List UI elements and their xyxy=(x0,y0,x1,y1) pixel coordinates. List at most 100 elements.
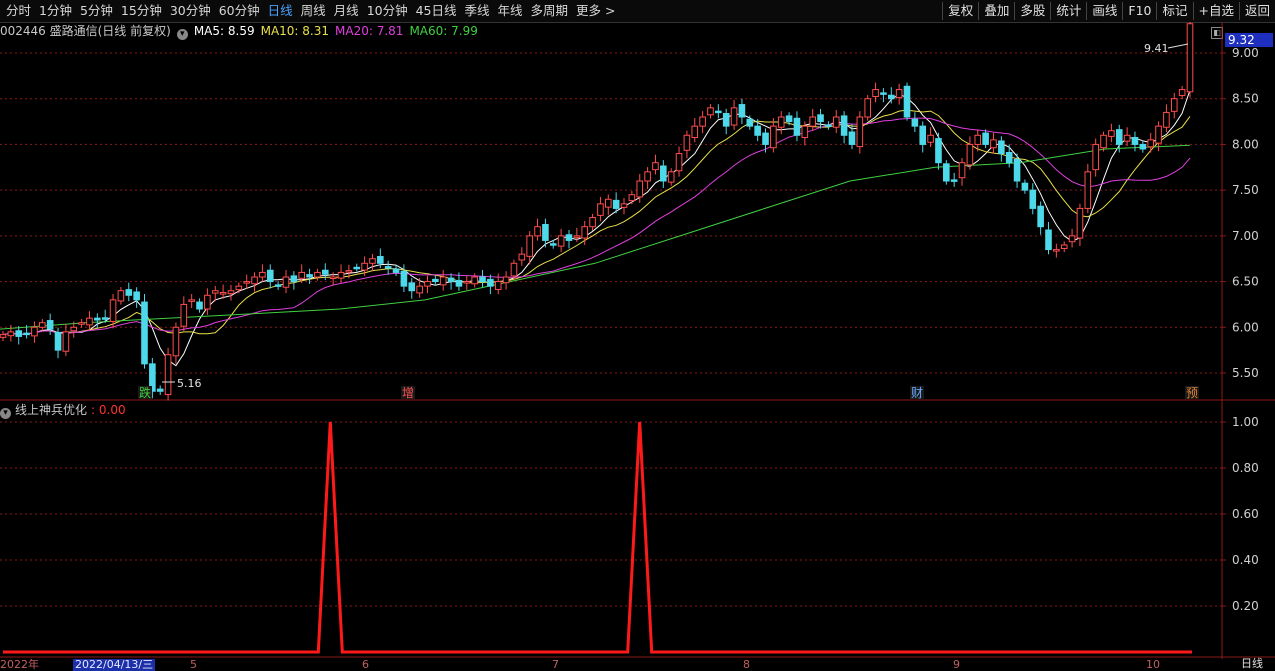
candle-body xyxy=(94,317,101,321)
period-tab-6[interactable]: 日线 xyxy=(264,2,297,20)
candle-body xyxy=(636,180,644,198)
candle-body xyxy=(479,276,486,283)
candle-body xyxy=(770,125,777,149)
candle-body xyxy=(840,115,848,136)
chart-area[interactable]: 9.41 5.16 跌 增 财 预 9.00 8.50 8.00 7.50 7.00 6.50 6.… xyxy=(0,22,1275,659)
period-tab-2[interactable]: 5分钟 xyxy=(76,2,117,20)
toolbar-button-2[interactable]: 多股 xyxy=(1014,2,1050,20)
candle-body xyxy=(266,269,274,283)
candle-body xyxy=(895,89,903,99)
period-tab-11[interactable]: 季线 xyxy=(461,2,494,20)
period-tab-8[interactable]: 月线 xyxy=(330,2,363,20)
candle-body xyxy=(471,276,478,285)
candle-body xyxy=(998,140,1005,155)
candle-body xyxy=(70,326,78,332)
candle-body xyxy=(1037,205,1044,228)
period-tab-1[interactable]: 1分钟 xyxy=(35,2,76,20)
price-tick-label: 5.50 xyxy=(1232,366,1259,380)
period-tab-9[interactable]: 10分钟 xyxy=(363,2,412,20)
candle-body xyxy=(1021,182,1029,191)
candle-body xyxy=(557,235,565,247)
event-marker: 增 xyxy=(402,386,414,400)
candle-body xyxy=(1186,23,1194,93)
period-tab-12[interactable]: 年线 xyxy=(494,2,527,20)
period-tab-5[interactable]: 60分钟 xyxy=(215,2,264,20)
period-tab-14[interactable]: 更多 > xyxy=(572,2,619,20)
candle-body xyxy=(612,199,620,209)
toolbar-button-3[interactable]: 统计 xyxy=(1050,2,1086,20)
candle-body xyxy=(164,354,172,396)
candle-body xyxy=(369,258,376,264)
toolbar-button-1[interactable]: 叠加 xyxy=(978,2,1014,20)
candle-body xyxy=(353,266,361,270)
candle-body xyxy=(196,301,203,310)
candle-body xyxy=(39,322,46,328)
candle-body xyxy=(337,271,345,279)
period-tab-10[interactable]: 45日线 xyxy=(412,2,461,20)
toolbar-button-0[interactable]: 复权 xyxy=(942,2,978,20)
candle-body xyxy=(1170,98,1178,112)
candle-body xyxy=(699,116,706,127)
candle-body xyxy=(101,317,109,320)
period-tab-4[interactable]: 30分钟 xyxy=(166,2,215,20)
candle-body xyxy=(243,281,250,284)
date-axis-label: 9 xyxy=(953,658,960,671)
candle-body xyxy=(1155,125,1162,144)
candle-body xyxy=(542,224,549,241)
indicator-toggle-icon[interactable]: ▾ xyxy=(0,408,11,419)
candle-body xyxy=(903,85,911,118)
toolbar-button-6[interactable]: 标记 xyxy=(1156,2,1192,20)
candle-body xyxy=(597,203,604,216)
candle-body xyxy=(801,125,809,138)
candle-body xyxy=(227,290,235,295)
toolbar-button-5[interactable]: F10 xyxy=(1122,2,1156,20)
date-axis: 2022/04/13/三 日线 2022年 5 6 7 8 9 10 xyxy=(0,658,1275,671)
candle-body xyxy=(746,118,754,127)
candle-body xyxy=(1131,136,1139,145)
period-tab-7[interactable]: 周线 xyxy=(297,2,330,20)
candle-body xyxy=(927,134,934,143)
candle-body xyxy=(432,278,439,283)
candle-body xyxy=(141,301,148,365)
period-tab-0[interactable]: 分时 xyxy=(2,2,35,20)
price-tick-label: 6.00 xyxy=(1232,320,1259,334)
candle-body xyxy=(1005,151,1013,164)
selected-date[interactable]: 2022/04/13/三 xyxy=(73,659,156,671)
toolbar-right-buttons: 复权 叠加 多股 统计 画线 F10 标记 +自选 返回 xyxy=(942,2,1275,20)
candle-body xyxy=(117,290,125,302)
candle-body xyxy=(424,281,431,287)
candle-body xyxy=(416,285,423,294)
candle-body xyxy=(887,94,895,100)
candle-body xyxy=(1084,171,1092,209)
candle-body xyxy=(447,277,455,283)
candle-body xyxy=(211,290,219,294)
candle-body xyxy=(660,165,667,182)
candle-body xyxy=(683,134,691,151)
price-tick-label: 6.50 xyxy=(1232,275,1259,289)
period-tab-3[interactable]: 15分钟 xyxy=(117,2,166,20)
candle-body xyxy=(1029,189,1037,209)
indicator-tick-label: 0.80 xyxy=(1232,461,1259,475)
candle-body xyxy=(235,285,243,291)
candle-body xyxy=(604,198,612,208)
toolbar-button-8[interactable]: 返回 xyxy=(1238,2,1275,20)
indicator-line xyxy=(3,421,1192,654)
candle-body xyxy=(565,234,573,241)
candle-body xyxy=(23,332,30,336)
period-tab-13[interactable]: 多周期 xyxy=(527,2,573,20)
toolbar-button-7[interactable]: +自选 xyxy=(1192,2,1239,20)
candle-body xyxy=(259,271,266,278)
candle-body xyxy=(1060,244,1068,249)
candle-body xyxy=(502,276,510,284)
candle-body xyxy=(990,139,997,149)
candle-body xyxy=(872,89,879,98)
candle-body xyxy=(974,134,982,145)
candle-body xyxy=(518,253,526,261)
price-tick-label: 8.00 xyxy=(1232,137,1259,151)
toolbar-button-4[interactable]: 画线 xyxy=(1086,2,1122,20)
high-arrow xyxy=(1167,43,1189,49)
candle-body xyxy=(7,331,15,337)
candle-body xyxy=(86,317,93,326)
candle-body xyxy=(856,116,864,148)
candle-body xyxy=(573,235,581,238)
